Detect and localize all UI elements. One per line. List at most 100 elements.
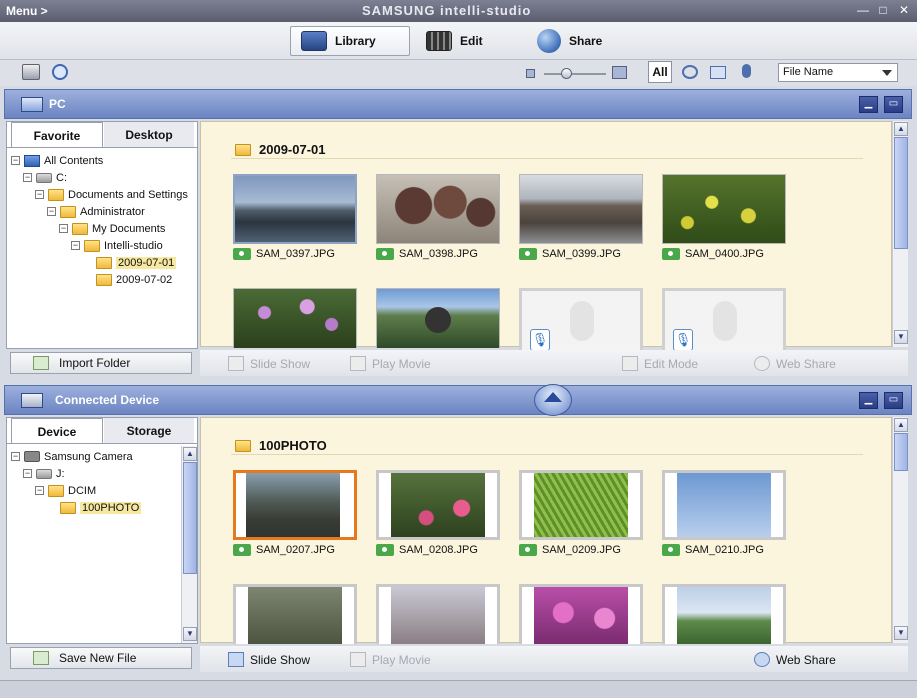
filter-photo-icon[interactable] bbox=[710, 66, 726, 79]
filter-all-button[interactable]: All bbox=[648, 61, 672, 83]
small-thumbnail-icon[interactable] bbox=[526, 69, 535, 78]
caption-sam-0399: SAM_0399.JPG bbox=[519, 248, 621, 260]
eject-device-button[interactable] bbox=[534, 384, 572, 416]
collapse-toggle-icon[interactable]: − bbox=[11, 156, 20, 165]
pc-slideshow-button[interactable]: Slide Show bbox=[228, 356, 310, 371]
large-thumbnail-icon[interactable] bbox=[612, 66, 627, 79]
maximize-window-button[interactable]: □ bbox=[876, 3, 890, 17]
action-label: Play Movie bbox=[372, 652, 431, 667]
import-folder-button[interactable]: Import Folder bbox=[10, 352, 192, 374]
tree-item[interactable]: − Administrator bbox=[47, 203, 145, 220]
device-panel-minimize-button[interactable]: ▁ bbox=[859, 392, 878, 409]
tree-item-label: Documents and Settings bbox=[68, 188, 188, 201]
zoom-slider-track[interactable] bbox=[544, 73, 606, 75]
thumbnail-row2-2[interactable] bbox=[376, 584, 500, 644]
scroll-thumb[interactable] bbox=[894, 433, 908, 471]
minimize-window-button[interactable]: — bbox=[856, 3, 870, 17]
thumbnail-sam-0399[interactable] bbox=[519, 174, 643, 244]
collapse-toggle-icon[interactable]: − bbox=[35, 486, 44, 495]
scroll-up-button[interactable]: ▲ bbox=[894, 418, 908, 432]
filter-people-icon[interactable] bbox=[682, 65, 698, 79]
thumbnail-sam-0208[interactable] bbox=[376, 470, 500, 540]
pc-content-scrollbar[interactable]: ▲ ▼ bbox=[892, 121, 908, 347]
tree-item[interactable]: − Samsung Camera bbox=[11, 448, 133, 465]
thumbnail-row2-1[interactable] bbox=[233, 584, 357, 644]
collapse-toggle-icon[interactable]: − bbox=[35, 190, 44, 199]
tree-item[interactable]: 100PHOTO bbox=[47, 499, 142, 516]
device-content-area: 100PHOTO SAM_0207.JPG SAM_0208.JPG SAM_0… bbox=[200, 417, 892, 644]
tree-item[interactable]: − Documents and Settings bbox=[35, 186, 188, 203]
scroll-down-button[interactable]: ▼ bbox=[894, 626, 908, 640]
photo-badge-icon bbox=[233, 544, 251, 556]
pc-action-bar: Slide Show Play Movie Edit Mode Web Shar… bbox=[200, 350, 908, 376]
scroll-up-button[interactable]: ▲ bbox=[183, 447, 197, 461]
thumbnail-row2-3[interactable] bbox=[519, 584, 643, 644]
device-panel-maximize-button[interactable]: ▭ bbox=[884, 392, 903, 409]
usb-cable-icon bbox=[21, 393, 43, 408]
filter-voice-icon[interactable] bbox=[742, 64, 751, 78]
tab-device[interactable]: Device bbox=[11, 418, 103, 444]
tree-item-label: All Contents bbox=[44, 154, 104, 167]
scroll-down-button[interactable]: ▼ bbox=[183, 627, 197, 641]
file-name: SAM_0399.JPG bbox=[542, 248, 621, 260]
magnify-icon[interactable] bbox=[52, 64, 68, 80]
tab-storage[interactable]: Storage bbox=[104, 418, 194, 444]
pc-edit-mode-button[interactable]: Edit Mode bbox=[622, 356, 698, 371]
photo-badge-icon bbox=[662, 248, 680, 260]
device-web-share-button[interactable]: Web Share bbox=[754, 652, 836, 667]
voice-memo-tile[interactable]: 🎙 bbox=[662, 288, 786, 352]
thumbnail-sam-0209[interactable] bbox=[519, 470, 643, 540]
device-play-movie-button[interactable]: Play Movie bbox=[350, 652, 431, 667]
save-new-file-button[interactable]: Save New File bbox=[10, 647, 192, 669]
device-content-scrollbar[interactable]: ▲ ▼ bbox=[892, 417, 908, 643]
pc-play-movie-button[interactable]: Play Movie bbox=[350, 356, 431, 371]
thumbnail-sam-0210[interactable] bbox=[662, 470, 786, 540]
tree-item[interactable]: − Intelli-studio bbox=[71, 237, 163, 254]
pc-panel-maximize-button[interactable]: ▭ bbox=[884, 96, 903, 113]
pc-panel-minimize-button[interactable]: ▁ bbox=[859, 96, 878, 113]
tab-desktop[interactable]: Desktop bbox=[104, 122, 194, 148]
collapse-toggle-icon[interactable]: − bbox=[23, 469, 32, 478]
collapse-toggle-icon[interactable]: − bbox=[59, 224, 68, 233]
scroll-thumb[interactable] bbox=[183, 462, 197, 574]
tab-favorite[interactable]: Favorite bbox=[11, 122, 103, 148]
tree-item[interactable]: − DCIM bbox=[35, 482, 96, 499]
scroll-up-button[interactable]: ▲ bbox=[894, 122, 908, 136]
thumbnail-sam-0397[interactable] bbox=[233, 174, 357, 244]
collapse-toggle-icon[interactable]: − bbox=[23, 173, 32, 182]
tree-item[interactable]: 2009-07-01 bbox=[83, 254, 177, 271]
tree-item[interactable]: − C: bbox=[23, 169, 67, 186]
thumbnail-sam-0400[interactable] bbox=[662, 174, 786, 244]
scroll-thumb[interactable] bbox=[894, 137, 908, 249]
tab-library[interactable]: Library bbox=[290, 26, 410, 56]
collapse-toggle-icon[interactable]: − bbox=[47, 207, 56, 216]
action-label: Slide Show bbox=[250, 652, 311, 667]
tree-item-label: Administrator bbox=[80, 205, 145, 218]
device-slideshow-button[interactable]: Slide Show bbox=[228, 652, 310, 667]
scroll-down-button[interactable]: ▼ bbox=[894, 330, 908, 344]
sort-dropdown[interactable]: File Name bbox=[778, 63, 898, 82]
voice-memo-tile[interactable]: 🎙 bbox=[519, 288, 643, 352]
tree-item[interactable]: − J: bbox=[23, 465, 65, 482]
thumbnail-sam-0207[interactable] bbox=[233, 470, 357, 540]
photo-badge-icon bbox=[519, 248, 537, 260]
thumbnail-row2-1[interactable] bbox=[233, 288, 357, 348]
thumbnail-video[interactable] bbox=[376, 288, 500, 348]
pc-web-share-button[interactable]: Web Share bbox=[754, 356, 836, 371]
close-window-button[interactable]: ✕ bbox=[897, 3, 911, 17]
zoom-slider-handle[interactable] bbox=[560, 68, 572, 79]
device-tree-scrollbar[interactable]: ▲ ▼ bbox=[181, 446, 197, 643]
menu-button[interactable]: Menu > bbox=[6, 4, 48, 18]
thumbnail-sam-0398[interactable] bbox=[376, 174, 500, 244]
collapse-toggle-icon[interactable]: − bbox=[71, 241, 80, 250]
tab-share[interactable]: Share bbox=[527, 26, 612, 56]
printer-icon[interactable] bbox=[22, 64, 40, 80]
thumbnail-row2-4[interactable] bbox=[662, 584, 786, 644]
file-name: SAM_0397.JPG bbox=[256, 248, 335, 260]
tree-item[interactable]: − All Contents bbox=[11, 152, 103, 169]
tree-item[interactable]: − My Documents bbox=[59, 220, 165, 237]
tree-item[interactable]: 2009-07-02 bbox=[83, 271, 172, 288]
tab-edit[interactable]: Edit bbox=[416, 26, 493, 56]
collapse-toggle-icon[interactable]: − bbox=[11, 452, 20, 461]
pc-folder-heading: 2009-07-01 bbox=[235, 142, 326, 157]
